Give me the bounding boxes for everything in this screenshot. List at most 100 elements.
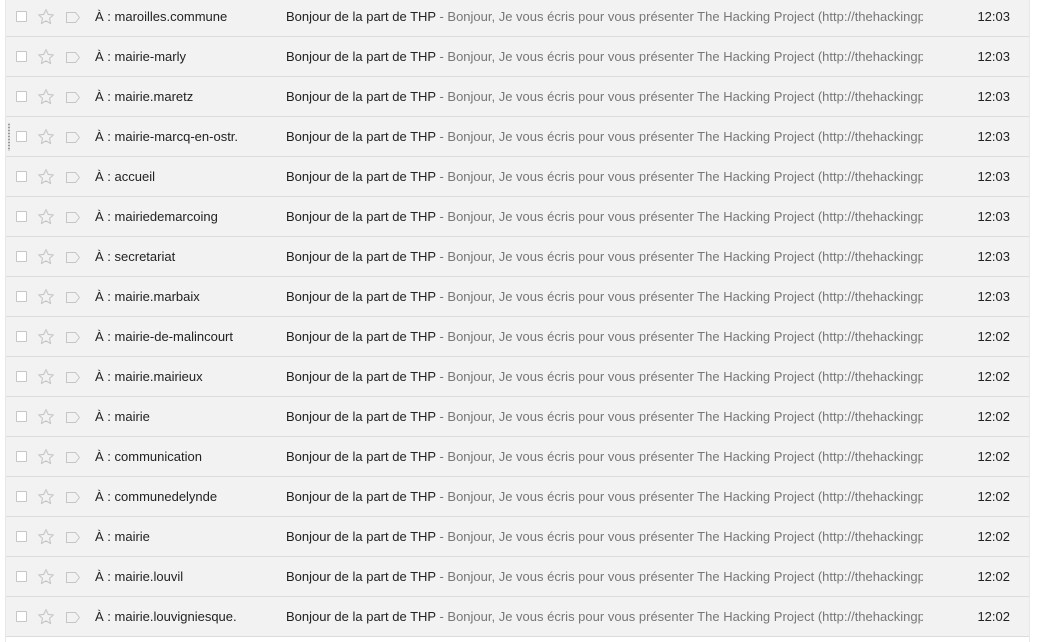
star-icon[interactable] (37, 608, 55, 626)
label-tag-icon[interactable] (66, 131, 81, 143)
checkbox-icon[interactable] (16, 411, 27, 422)
star-icon[interactable] (37, 448, 55, 466)
message-row[interactable]: À : mairie.louvil Bonjour de la part de … (6, 557, 1029, 597)
label-tag-icon[interactable] (66, 291, 81, 303)
label-tag-icon[interactable] (66, 51, 81, 63)
message-time: 12:03 (977, 169, 1010, 184)
label-tag-icon[interactable] (66, 451, 81, 463)
message-row[interactable]: À : mairie-marcq-en-ostr. Bonjour de la … (6, 117, 1029, 157)
message-row[interactable]: À : maroilles.commune Bonjour de la part… (6, 0, 1029, 37)
drag-handle-icon[interactable] (8, 123, 10, 151)
star-icon[interactable] (37, 248, 55, 266)
message-preview: Bonjour de la part de THP - Bonjour, Je … (286, 397, 923, 437)
star-icon[interactable] (37, 368, 55, 386)
message-row[interactable]: À : communication Bonjour de la part de … (6, 437, 1029, 477)
recipient-name: À : mairie-marcq-en-ostr. (95, 129, 239, 144)
message-time: 12:02 (977, 609, 1010, 624)
recipient-name: À : mairie.louvigniesque. (95, 609, 237, 624)
message-preview: Bonjour de la part de THP - Bonjour, Je … (286, 117, 923, 157)
message-time: 12:02 (977, 529, 1010, 544)
checkbox-icon[interactable] (16, 571, 27, 582)
message-row[interactable]: À : secretariat Bonjour de la part de TH… (6, 237, 1029, 277)
checkbox-icon[interactable] (16, 251, 27, 262)
recipient-name: À : mairiedemarcoing (95, 209, 218, 224)
checkbox-icon[interactable] (16, 51, 27, 62)
message-row[interactable]: À : mairie Bonjour de la part de THP - B… (6, 397, 1029, 437)
label-tag-icon[interactable] (66, 491, 81, 503)
label-tag-icon[interactable] (66, 411, 81, 423)
message-subject: Bonjour de la part de THP (286, 489, 436, 504)
message-row[interactable]: À : mairie.maretz Bonjour de la part de … (6, 77, 1029, 117)
label-tag-icon[interactable] (66, 11, 81, 23)
checkbox-icon[interactable] (16, 531, 27, 542)
message-time: 12:03 (977, 9, 1010, 24)
message-time: 12:03 (977, 89, 1010, 104)
message-row[interactable]: À : mairie-marly Bonjour de la part de T… (6, 37, 1029, 77)
label-tag-icon[interactable] (66, 251, 81, 263)
checkbox-icon[interactable] (16, 331, 27, 342)
checkbox-icon[interactable] (16, 451, 27, 462)
message-row[interactable]: À : communedelynde Bonjour de la part de… (6, 477, 1029, 517)
message-subject: Bonjour de la part de THP (286, 49, 436, 64)
label-tag-icon[interactable] (66, 211, 81, 223)
message-time: 12:02 (977, 449, 1010, 464)
message-row[interactable]: À : accueil Bonjour de la part de THP - … (6, 157, 1029, 197)
message-subject: Bonjour de la part de THP (286, 249, 436, 264)
recipient-name: À : maroilles.commune (95, 9, 228, 24)
recipient-name: À : mairie-de-malincourt (95, 329, 233, 344)
message-time: 12:03 (977, 249, 1010, 264)
message-row[interactable]: À : mairiedemarcoing Bonjour de la part … (6, 197, 1029, 237)
checkbox-icon[interactable] (16, 611, 27, 622)
star-icon[interactable] (37, 528, 55, 546)
star-icon[interactable] (37, 168, 55, 186)
checkbox-icon[interactable] (16, 371, 27, 382)
message-time: 12:02 (977, 409, 1010, 424)
checkbox-icon[interactable] (16, 291, 27, 302)
star-icon[interactable] (37, 488, 55, 506)
recipient-name: À : secretariat (95, 249, 176, 264)
recipient-name: À : communedelynde (95, 489, 218, 504)
recipient-name: À : mairie-marly (95, 49, 187, 64)
label-tag-icon[interactable] (66, 371, 81, 383)
star-icon[interactable] (37, 328, 55, 346)
checkbox-icon[interactable] (16, 91, 27, 102)
checkbox-icon[interactable] (16, 211, 27, 222)
message-subject: Bonjour de la part de THP (286, 89, 436, 104)
message-time: 12:02 (977, 489, 1010, 504)
star-icon[interactable] (37, 128, 55, 146)
checkbox-icon[interactable] (16, 11, 27, 22)
message-row[interactable]: À : mairie.louvigniesque. Bonjour de la … (6, 597, 1029, 637)
message-row[interactable]: À : mairie.mairieux Bonjour de la part d… (6, 357, 1029, 397)
message-row[interactable]: À : mairie Bonjour de la part de THP - B… (6, 517, 1029, 557)
label-tag-icon[interactable] (66, 331, 81, 343)
label-tag-icon[interactable] (66, 91, 81, 103)
checkbox-icon[interactable] (16, 491, 27, 502)
recipient-name: À : communication (95, 449, 202, 464)
message-snippet: - Bonjour, Je vous écris pour vous prése… (439, 129, 923, 144)
star-icon[interactable] (37, 48, 55, 66)
label-tag-icon[interactable] (66, 571, 81, 583)
star-icon[interactable] (37, 88, 55, 106)
message-preview: Bonjour de la part de THP - Bonjour, Je … (286, 197, 923, 237)
message-subject: Bonjour de la part de THP (286, 369, 436, 384)
message-subject: Bonjour de la part de THP (286, 289, 436, 304)
message-time: 12:03 (977, 289, 1010, 304)
label-tag-icon[interactable] (66, 611, 81, 623)
star-icon[interactable] (37, 8, 55, 26)
message-snippet: - Bonjour, Je vous écris pour vous prése… (439, 369, 923, 384)
label-tag-icon[interactable] (66, 531, 81, 543)
star-icon[interactable] (37, 288, 55, 306)
message-subject: Bonjour de la part de THP (286, 169, 436, 184)
message-snippet: - Bonjour, Je vous écris pour vous prése… (439, 9, 923, 24)
recipient-name: À : mairie.marbaix (95, 289, 200, 304)
star-icon[interactable] (37, 568, 55, 586)
label-tag-icon[interactable] (66, 171, 81, 183)
message-time: 12:02 (977, 369, 1010, 384)
checkbox-icon[interactable] (16, 131, 27, 142)
message-row[interactable]: À : mairie-de-malincourt Bonjour de la p… (6, 317, 1029, 357)
checkbox-icon[interactable] (16, 171, 27, 182)
star-icon[interactable] (37, 408, 55, 426)
message-preview: Bonjour de la part de THP - Bonjour, Je … (286, 357, 923, 397)
star-icon[interactable] (37, 208, 55, 226)
message-row[interactable]: À : mairie.marbaix Bonjour de la part de… (6, 277, 1029, 317)
